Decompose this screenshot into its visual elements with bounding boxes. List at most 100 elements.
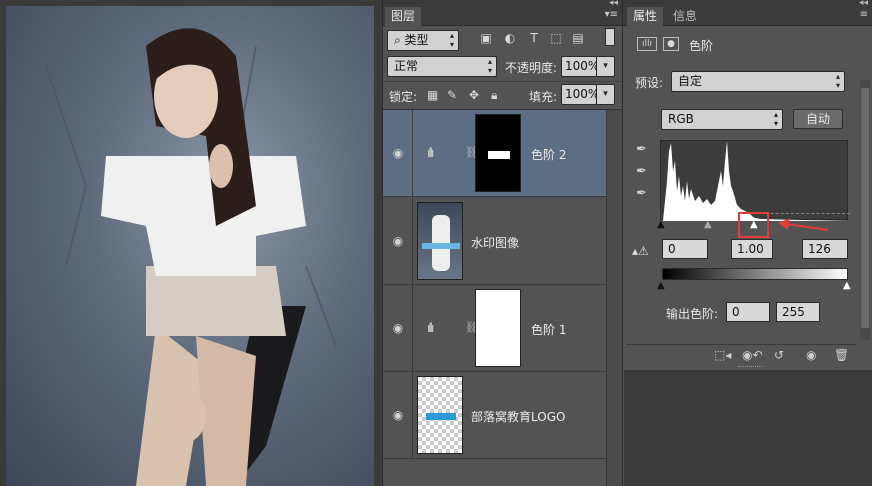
smart-object-filter-icon[interactable]: ▤	[571, 31, 585, 45]
histogram-graphic	[663, 141, 849, 221]
pixel-filter-icon[interactable]: ▣	[479, 31, 493, 45]
fill-input[interactable]: 100%	[561, 84, 599, 105]
output-white-slider[interactable]: ▲	[843, 280, 851, 291]
levels-histogram	[660, 140, 849, 221]
layer-name[interactable]: 色阶 1	[531, 321, 566, 338]
photo-image	[6, 6, 374, 486]
search-icon: ⌕	[394, 33, 405, 47]
lock-transparent-icon[interactable]: ▦	[427, 88, 438, 102]
levels-adjustment-icon: ıllı	[637, 37, 657, 51]
white-point-eyedropper-icon[interactable]: ✒	[636, 186, 647, 201]
eye-icon[interactable]: ◉	[391, 321, 405, 335]
input-white-field[interactable]: 126	[802, 239, 848, 259]
empty-dock-area	[624, 370, 872, 486]
view-previous-state-icon[interactable]: ◉↶	[742, 348, 763, 362]
preset-value: 自定	[678, 74, 703, 88]
gamma-input-slider[interactable]: ▲	[704, 219, 712, 230]
layers-scrollbar[interactable]	[606, 110, 622, 486]
updown-arrows-icon: ▴ ▾	[835, 72, 840, 90]
panel-top-strip: ◂◂	[623, 0, 872, 8]
eye-icon[interactable]: ◉	[391, 408, 405, 422]
layer-name[interactable]: 水印图像	[471, 234, 519, 251]
opacity-input[interactable]: 100%	[561, 56, 599, 77]
type-filter-icon[interactable]: T	[527, 31, 541, 45]
filter-toggle-switch[interactable]	[605, 28, 615, 46]
mask-white-area	[488, 151, 510, 159]
layer-mask-thumbnail[interactable]	[475, 289, 521, 367]
layers-panel: ◂◂ 图层 ▾≡ ⌕ 类型 ▴ ▾ ▣ ◐ T ⬚ ▤ 正常 ▴ ▾ 不透明度: 1…	[382, 0, 622, 486]
tab-info[interactable]: 信息	[667, 7, 703, 26]
opacity-dropdown-button[interactable]: ▾	[597, 56, 615, 77]
input-gamma-field[interactable]: 1.00	[731, 239, 773, 259]
output-black-slider[interactable]: ▲	[657, 280, 665, 291]
blend-mode-select[interactable]: 正常 ▴ ▾	[387, 56, 497, 77]
preset-select[interactable]: 自定 ▴ ▾	[671, 71, 845, 92]
properties-scrollbar[interactable]	[860, 80, 870, 340]
scrollbar-thumb[interactable]	[861, 88, 869, 328]
filter-kind-label: 类型	[404, 33, 429, 47]
properties-bottom-toolbar: ⬚◂ ◉↶ ↺ ◉ 🗑︎	[626, 344, 856, 366]
gray-point-eyedropper-icon[interactable]: ✒	[636, 164, 647, 179]
updown-arrows-icon: ▴ ▾	[487, 57, 492, 75]
output-white-field[interactable]: 255	[776, 302, 820, 322]
fill-label: 填充:	[529, 90, 558, 104]
levels-adjustment-icon: ıllı	[427, 146, 434, 160]
tab-layers[interactable]: 图层	[385, 7, 422, 26]
layer-thumbnail[interactable]	[417, 202, 463, 280]
layer-row-logo[interactable]: ◉ 部落窝教育LOGO	[383, 372, 607, 459]
tab-properties[interactable]: 属性	[627, 7, 664, 26]
layer-name[interactable]: 色阶 2	[531, 146, 566, 163]
layer-row-watermark-image[interactable]: ◉ 水印图像	[383, 198, 607, 285]
opacity-label: 不透明度:	[505, 61, 558, 75]
output-black-field[interactable]: 0	[726, 302, 770, 322]
annotation-arrow-icon	[778, 218, 829, 231]
blend-mode-label: 正常	[394, 59, 419, 73]
layer-row-levels-1[interactable]: ◉ ıllı ⛓ 色阶 1	[383, 285, 607, 372]
input-black-field[interactable]: 0	[662, 239, 708, 259]
shape-filter-icon[interactable]: ⬚	[549, 31, 563, 45]
black-input-slider[interactable]: ▲	[657, 219, 665, 230]
layer-filter-select[interactable]: ⌕ 类型 ▴ ▾	[387, 30, 459, 51]
eye-icon[interactable]: ◉	[391, 234, 405, 248]
layer-thumbnail[interactable]	[417, 376, 463, 454]
black-point-eyedropper-icon[interactable]: ✒	[636, 142, 647, 157]
channel-select[interactable]: RGB ▴ ▾	[661, 109, 783, 130]
lock-label: 锁定:	[389, 90, 418, 104]
lock-position-icon[interactable]: ✥	[469, 88, 479, 102]
panel-top-strip: ◂◂	[383, 0, 622, 8]
lock-icon[interactable]: 🔒︎	[491, 88, 497, 103]
eye-icon[interactable]: ◉	[391, 146, 405, 160]
clip-to-layer-icon[interactable]: ⬚◂	[714, 348, 731, 362]
photo-illustration	[45, 28, 337, 486]
adjustment-title: 色阶	[689, 39, 714, 53]
fill-dropdown-button[interactable]: ▾	[597, 84, 615, 105]
thumbnail-logo-mark	[426, 413, 456, 420]
levels-adjustment-icon: ıllı	[427, 321, 434, 335]
layers-tab-bar: 图层 ▾≡	[383, 7, 622, 26]
layer-row-levels-2[interactable]: ◉ ıllı ⛓ 色阶 2	[383, 110, 607, 197]
eye-icon[interactable]: ◉	[806, 348, 816, 362]
resize-grip[interactable]	[738, 366, 762, 368]
thumbnail-watermark-band	[422, 243, 460, 249]
output-gradient-bar	[662, 268, 848, 280]
mask-icon[interactable]: ●	[663, 37, 679, 51]
divider	[383, 81, 622, 82]
panel-menu-icon[interactable]: ≡	[860, 9, 868, 20]
reset-icon[interactable]: ↺	[774, 348, 784, 362]
updown-arrows-icon: ▴ ▾	[773, 110, 778, 128]
output-levels-label: 输出色阶:	[666, 307, 719, 321]
lock-image-icon[interactable]: ✎	[447, 88, 457, 102]
layer-mask-thumbnail[interactable]	[475, 114, 521, 192]
clipping-warning-icon[interactable]: ▴⚠	[632, 244, 649, 258]
properties-tab-bar: 属性 信息 ≡	[623, 7, 872, 26]
adjustment-filter-icon[interactable]: ◐	[503, 31, 517, 45]
annotation-highlight-box	[738, 212, 769, 238]
document-canvas[interactable]	[0, 0, 382, 486]
layer-name[interactable]: 部落窝教育LOGO	[471, 408, 565, 425]
updown-arrows-icon: ▴ ▾	[449, 31, 454, 49]
channel-value: RGB	[668, 112, 694, 126]
auto-button[interactable]: 自动	[793, 109, 843, 129]
panel-menu-icon[interactable]: ▾≡	[605, 9, 618, 20]
preset-label: 预设:	[635, 76, 664, 90]
trash-icon[interactable]: 🗑︎	[834, 348, 849, 362]
